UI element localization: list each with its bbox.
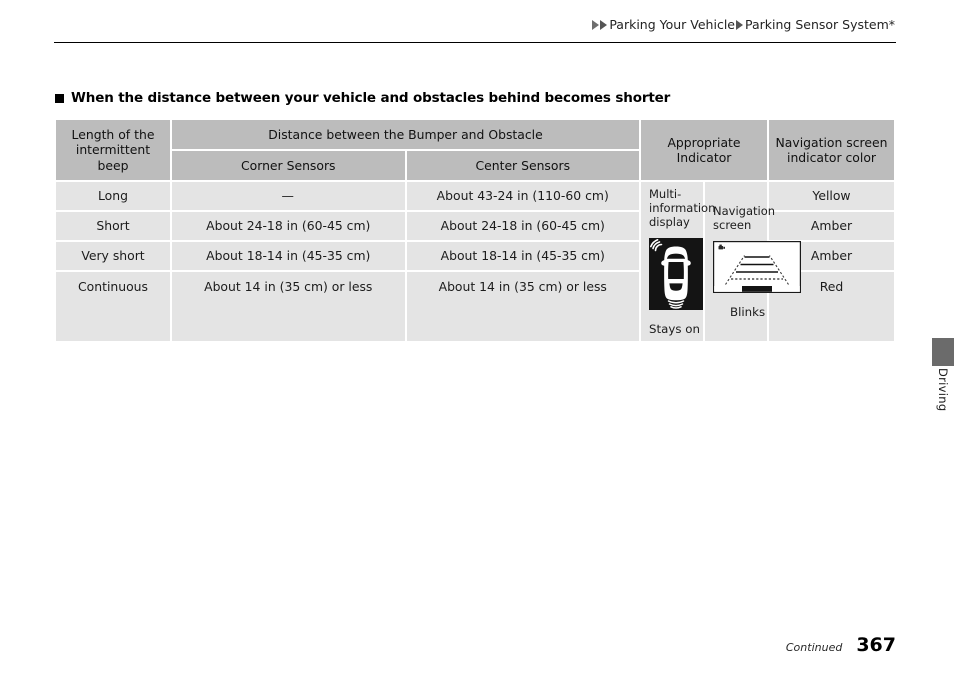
multi-information-display-label: Multi-information display <box>649 186 716 230</box>
cell-center-distance: About 24-18 in (60-45 cm) <box>406 212 639 240</box>
chapter-tab-marker <box>932 338 954 366</box>
cell-center-distance: About 14 in (35 cm) or less <box>406 272 639 341</box>
triangle-right-icon <box>600 19 608 30</box>
cell-center-distance: About 18-14 in (45-35 cm) <box>406 242 639 270</box>
header-divider <box>54 42 896 43</box>
triangle-right-icon <box>592 19 600 30</box>
table-header-row-primary: Length of the intermittent beep Distance… <box>56 120 894 180</box>
cell-multi-information-display: Multi-information display Stays on <box>641 182 716 341</box>
cell-beep-length: Short <box>56 212 170 240</box>
breadcrumb-item-parking-sensor-system: Parking Sensor System* <box>745 17 895 32</box>
continued-label: Continued <box>785 641 843 654</box>
cell-beep-length: Very short <box>56 242 170 270</box>
header-cell-beep-length: Length of the intermittent beep <box>56 120 170 180</box>
table-row: Long — About 43-24 in (110-60 cm) Multi-… <box>56 182 894 341</box>
page-footer: Continued 367 <box>786 634 896 656</box>
chapter-tab-label: Driving <box>936 368 950 412</box>
cell-corner-distance: About 18-14 in (45-35 cm) <box>172 242 405 270</box>
square-bullet-icon <box>55 93 64 103</box>
cell-beep-length: Continuous <box>56 272 170 341</box>
cell-corner-distance: — <box>172 182 405 210</box>
parking-sensor-distance-table: Length of the intermittent beep Distance… <box>54 118 896 343</box>
multi-information-display-caption: Stays on <box>649 321 700 336</box>
header-cell-appropriate-indicator: Appropriate Indicator <box>641 120 767 180</box>
vehicle-top-view-sensor-icon <box>644 238 703 314</box>
navigation-screen-label: Navigation screen <box>713 203 776 232</box>
breadcrumb: Parking Your Vehicle Parking Sensor Syst… <box>592 17 896 32</box>
page-number: 367 <box>856 634 896 656</box>
cell-beep-length: Long <box>56 182 170 210</box>
navigation-screen-caption: Blinks <box>730 304 766 319</box>
cell-nav-indicator-color: Yellow <box>769 182 894 210</box>
cell-corner-distance: About 14 in (35 cm) or less <box>172 272 405 341</box>
header-cell-corner-sensors: Corner Sensors <box>172 151 405 180</box>
section-heading-text: When the distance between your vehicle a… <box>71 90 671 106</box>
page-title: When the distance between your vehicle a… <box>55 90 670 106</box>
header-cell-distance-group: Distance between the Bumper and Obstacle <box>172 120 639 149</box>
cell-nav-indicator-color: Amber <box>769 212 894 240</box>
spec-table-container: Length of the intermittent beep Distance… <box>54 118 896 343</box>
cell-center-distance: About 43-24 in (110-60 cm) <box>406 182 639 210</box>
cell-corner-distance: About 24-18 in (60-45 cm) <box>172 212 405 240</box>
header-cell-nav-indicator-color: Navigation screen indicator color <box>769 120 894 180</box>
rear-camera-guideline-icon <box>708 241 802 297</box>
cell-navigation-screen: Navigation screen Blinks <box>705 182 802 341</box>
header-cell-center-sensors: Center Sensors <box>406 151 639 180</box>
triangle-right-icon <box>736 19 743 30</box>
breadcrumb-item-parking-your-vehicle: Parking Your Vehicle <box>609 17 735 32</box>
